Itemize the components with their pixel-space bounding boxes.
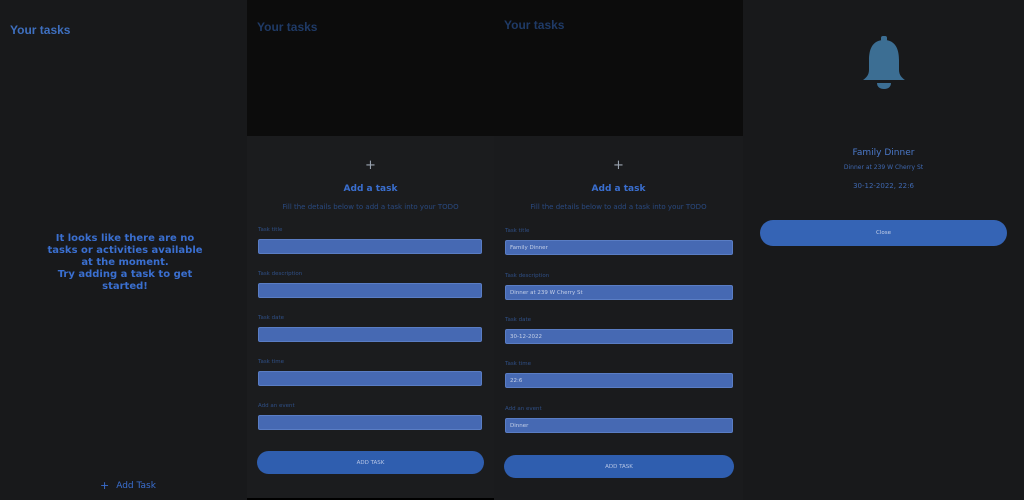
task-time-input[interactable] <box>258 371 482 386</box>
add-task-submit-button[interactable]: ADD TASK <box>504 455 734 478</box>
task-list-screen-empty: Your tasks It looks like there are no ta… <box>0 0 247 500</box>
add-task-sheet: + Add a task Fill the details below to a… <box>494 136 743 500</box>
task-time-label: Task time <box>505 361 532 367</box>
event-input[interactable]: Dinner <box>505 418 733 433</box>
task-description-label: Task description <box>505 273 550 279</box>
plus-icon: + <box>613 158 624 173</box>
add-task-submit-button[interactable]: ADD TASK <box>257 451 484 474</box>
task-description-label: Task description <box>258 271 303 277</box>
task-date-input[interactable]: 30-12-2022 <box>505 329 733 344</box>
plus-icon: + <box>365 158 376 173</box>
task-time-label: Task time <box>258 359 285 365</box>
event-input[interactable] <box>258 415 482 430</box>
task-date-label: Task date <box>505 317 532 323</box>
task-description-input[interactable]: Dinner at 239 W Cherry St <box>505 285 733 300</box>
sheet-title: Add a task <box>343 184 398 194</box>
event-label: Add an event <box>505 406 542 412</box>
task-date-label: Task date <box>258 315 285 321</box>
empty-state-line-1: It looks like there are no tasks or acti… <box>47 233 203 268</box>
page-title: Your tasks <box>504 18 565 32</box>
task-date-input[interactable] <box>258 327 482 342</box>
empty-state-line-2: Try adding a task to get started! <box>57 269 193 292</box>
add-task-screen-filled: Your tasks + Add a task Fill the details… <box>494 0 743 500</box>
event-label: Add an event <box>258 403 295 409</box>
add-task-button[interactable]: + Add Task <box>100 480 156 491</box>
close-button[interactable]: Close <box>760 220 1007 246</box>
notification-screen: Family Dinner Dinner at 239 W Cherry St … <box>743 0 1024 500</box>
sheet-subtitle: Fill the details below to add a task int… <box>530 203 707 211</box>
add-task-sheet: + Add a task Fill the details below to a… <box>247 136 494 498</box>
notification-description: Dinner at 239 W Cherry St <box>843 164 924 171</box>
page-title: Your tasks <box>257 20 318 34</box>
notification-datetime: 30-12-2022, 22:6 <box>853 182 914 190</box>
task-title-label: Task title <box>505 228 530 234</box>
task-time-input[interactable]: 22:6 <box>505 373 733 388</box>
add-task-screen-empty: Your tasks + Add a task Fill the details… <box>247 0 494 500</box>
task-title-label: Task title <box>258 227 283 233</box>
notification-title: Family Dinner <box>852 148 915 158</box>
bell-icon <box>863 36 905 89</box>
page-title: Your tasks <box>10 23 71 37</box>
sheet-title: Add a task <box>591 184 646 194</box>
task-title-input[interactable] <box>258 239 482 254</box>
task-title-input[interactable]: Family Dinner <box>505 240 733 255</box>
plus-icon: + <box>100 479 110 492</box>
empty-state-message: It looks like there are no tasks or acti… <box>40 233 210 293</box>
sheet-subtitle: Fill the details below to add a task int… <box>282 203 459 211</box>
task-description-input[interactable] <box>258 283 482 298</box>
add-task-label: Add Task <box>116 480 156 491</box>
